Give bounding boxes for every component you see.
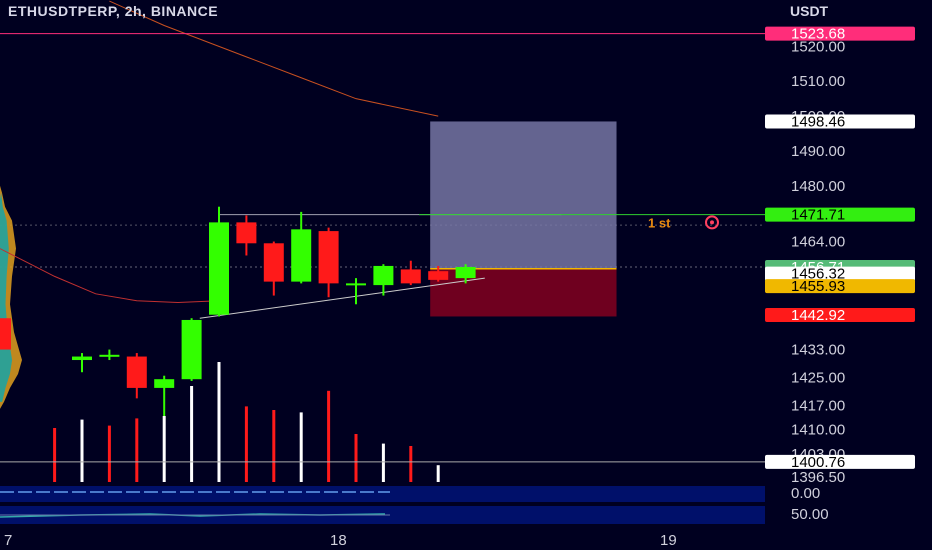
price-label-value: 1455.93 xyxy=(791,278,845,295)
price-tick-label: 1396.50 xyxy=(791,469,845,486)
price-tick-label: 1410.00 xyxy=(791,422,845,439)
price-label-value: 1498.46 xyxy=(791,113,845,130)
chart-symbol-title: ETHUSDTPERP, 2h, BINANCE xyxy=(8,3,219,19)
indicator-1-value: 0.00 xyxy=(791,485,820,502)
candle-body xyxy=(99,354,120,357)
price-tick-label: 1464.00 xyxy=(791,234,845,251)
price-tick-label: 1433.00 xyxy=(791,342,845,359)
target-icon-center xyxy=(710,220,714,225)
price-tick-label: 1425.00 xyxy=(791,369,845,386)
volume-bar xyxy=(135,418,139,482)
price-tick-label: 1417.00 xyxy=(791,397,845,414)
price-axis-unit: USDT xyxy=(790,3,829,19)
indicator-2-value: 50.00 xyxy=(791,506,829,523)
candle-body xyxy=(455,266,476,279)
volume-bar xyxy=(244,406,248,482)
chart-canvas[interactable]: 1 st1520.001510.001500.001490.001480.001… xyxy=(0,0,932,550)
time-tick-label: 18 xyxy=(330,532,347,549)
candle-body xyxy=(346,283,366,286)
annotation-label: 1 st xyxy=(648,215,671,230)
candle-body xyxy=(126,356,147,388)
volume-bar xyxy=(217,362,221,482)
candle-body xyxy=(428,271,449,280)
candle-body xyxy=(72,356,92,361)
volume-bar xyxy=(53,428,57,482)
candle-body xyxy=(236,222,257,244)
volume-bar xyxy=(272,410,276,482)
indicator-pane-1 xyxy=(0,486,765,502)
volume-bar xyxy=(381,443,385,482)
price-tick-label: 1490.00 xyxy=(791,143,845,160)
price-label-value: 1523.68 xyxy=(791,26,845,43)
candle-body xyxy=(291,229,312,282)
volume-bar xyxy=(107,425,111,482)
volume-bar xyxy=(162,416,166,482)
target-zone xyxy=(430,121,617,269)
volume-bar xyxy=(354,434,358,482)
price-label-value: 1400.76 xyxy=(791,454,845,471)
volume-bar xyxy=(190,386,194,482)
candle-body xyxy=(181,319,202,380)
volume-bar xyxy=(327,390,331,482)
candle-body xyxy=(318,231,339,284)
candle-body xyxy=(154,379,175,388)
time-tick-label: 19 xyxy=(660,532,677,549)
candle-body xyxy=(373,265,394,286)
volume-bar xyxy=(409,446,413,482)
candle-body xyxy=(209,222,229,315)
volume-bar xyxy=(299,412,303,482)
volume-profile-highlight xyxy=(0,318,11,350)
chart-stage: 1 st1520.001510.001500.001490.001480.001… xyxy=(0,0,932,550)
volume-bar xyxy=(436,465,440,482)
price-label-value: 1442.92 xyxy=(791,307,845,324)
volume-bar xyxy=(80,419,84,482)
time-tick-label: 7 xyxy=(4,532,12,549)
price-label-value: 1471.71 xyxy=(791,207,845,224)
candle-body xyxy=(263,243,284,282)
price-tick-label: 1510.00 xyxy=(791,73,845,90)
candle-body xyxy=(400,269,421,284)
price-tick-label: 1480.00 xyxy=(791,178,845,195)
